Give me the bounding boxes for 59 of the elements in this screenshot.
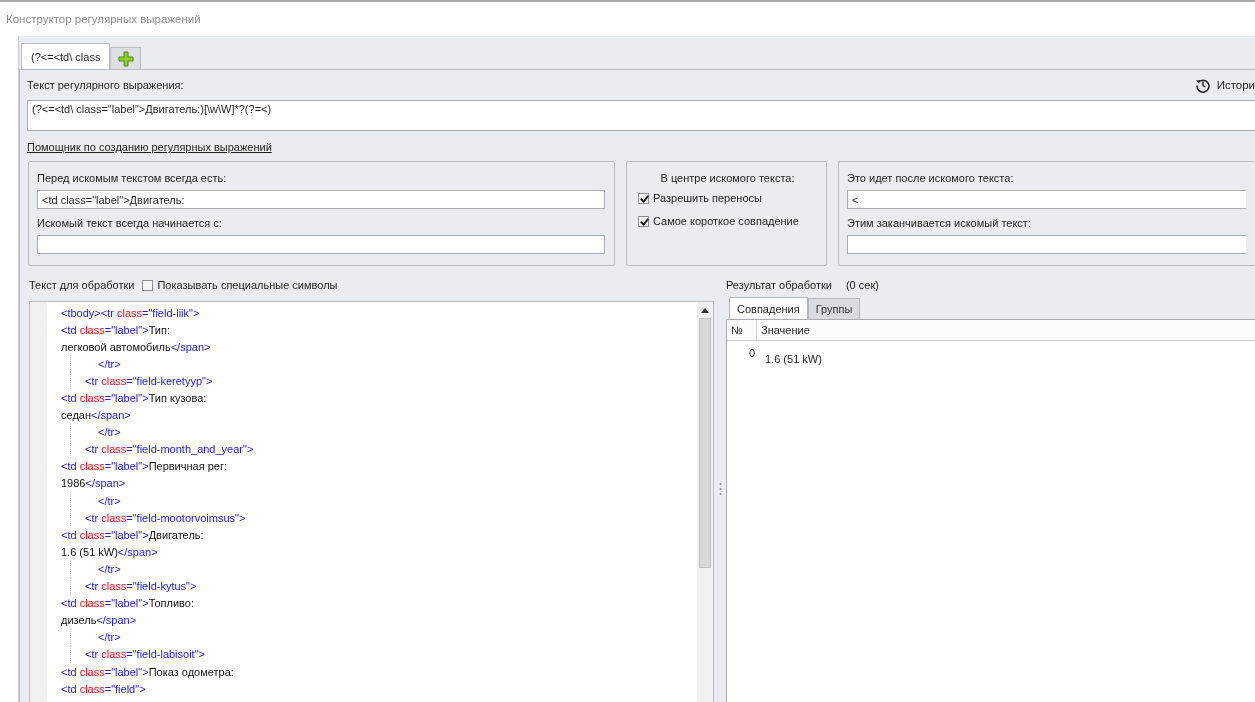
- option-label: Самое короткое совпадение: [653, 215, 799, 227]
- starts-with-label: Искомый текст всегда начинается с:: [37, 217, 223, 229]
- window-title: Конструктор регулярных выражений: [6, 13, 201, 25]
- column-header[interactable]: Значение: [757, 320, 1255, 340]
- code-line: <tr class="field-mootorvoimsus">: [85, 511, 246, 524]
- before-text-field[interactable]: <td class="label">Двигатель:: [37, 190, 605, 209]
- code-line: <td class="label">Тип:: [61, 323, 171, 336]
- code-line: 1986</span>: [61, 477, 126, 490]
- source-label: Текст для обработки: [29, 279, 135, 291]
- code-line: <tr class="field-keretyyp">: [85, 374, 213, 387]
- ends-with-label: Этим заканчивается искомый текст:: [847, 217, 1032, 229]
- result-tab[interactable]: Совпадения: [729, 297, 808, 319]
- code-line: </tr>: [98, 562, 121, 575]
- history-button[interactable]: Истори: [1194, 77, 1255, 93]
- result-tab[interactable]: Группы: [807, 298, 861, 319]
- plus-icon: [117, 50, 134, 67]
- scroll-up-icon: [701, 308, 709, 313]
- code-line: седан</span>: [61, 409, 131, 422]
- code-line: <tr class="field-labisoit">: [85, 648, 205, 661]
- code-line: дизель</span>: [61, 614, 137, 627]
- splitter-grip-icon[interactable]: [718, 482, 722, 496]
- code-line: <td class="label">Тип кузова:: [61, 392, 207, 404]
- option-checkbox[interactable]: Самое короткое совпадение: [638, 215, 817, 227]
- regex-label: Текст регулярного выражения:: [27, 79, 184, 91]
- code-line: </tr>: [98, 426, 121, 439]
- code-line: </tr>: [98, 494, 121, 507]
- code-line: <tbody><tr class="field-liik">: [61, 306, 200, 319]
- code-line: <td class="field">: [61, 682, 146, 695]
- vertical-scrollbar[interactable]: [697, 302, 713, 702]
- starts-with-field[interactable]: [37, 235, 605, 254]
- code-line: <td class="label">Топливо:: [61, 597, 195, 610]
- after-label: Это идет после искомого текста:: [847, 172, 1015, 184]
- history-icon: [1194, 77, 1211, 93]
- elapsed-time: (0 сек): [845, 279, 879, 291]
- option-label: Разрешить переносы: [653, 192, 762, 204]
- code-line: легковой автомобиль</span>: [61, 340, 211, 353]
- ends-with-field[interactable]: [847, 235, 1246, 254]
- code-editor[interactable]: [29, 301, 714, 702]
- add-tab-button[interactable]: [110, 47, 142, 69]
- code-line: </tr>: [98, 357, 121, 370]
- scrollbar-thumb[interactable]: [699, 318, 711, 568]
- code-line: 1.6 (51 kW)</span>: [61, 545, 158, 558]
- regex-helper-link[interactable]: Помощник по созданию регулярных выражений: [27, 141, 272, 153]
- center-label: В центре искомого текста:: [659, 172, 796, 184]
- code-line: <tr class="field-kytus">: [85, 580, 197, 593]
- table-cell: 0: [748, 347, 755, 359]
- code-line: <td class="label">Двигатель:: [61, 528, 204, 541]
- code-line: <td class="label">Первичная рег:: [61, 460, 227, 473]
- regex-input-field[interactable]: (?<=<td\ class="label">Двигатель:)[\w\W]*?(?=<): [27, 100, 1255, 131]
- after-text-field[interactable]: <: [847, 190, 1246, 209]
- document-tab[interactable]: (?<=<td\ class: [21, 43, 111, 69]
- result-label: Результат обработки: [726, 279, 832, 291]
- table-cell: 1.6 (51 kW): [765, 353, 822, 365]
- code-line: </tr>: [98, 631, 121, 644]
- code-line: <td class="label">Показ одометра:: [61, 665, 234, 678]
- code-line: <tr class="field-month_and_year">: [85, 443, 254, 456]
- option-checkbox[interactable]: Разрешить переносы: [638, 192, 817, 204]
- before-label: Перед искомым текстом всегда есть:: [37, 172, 228, 184]
- column-header[interactable]: №: [727, 320, 757, 340]
